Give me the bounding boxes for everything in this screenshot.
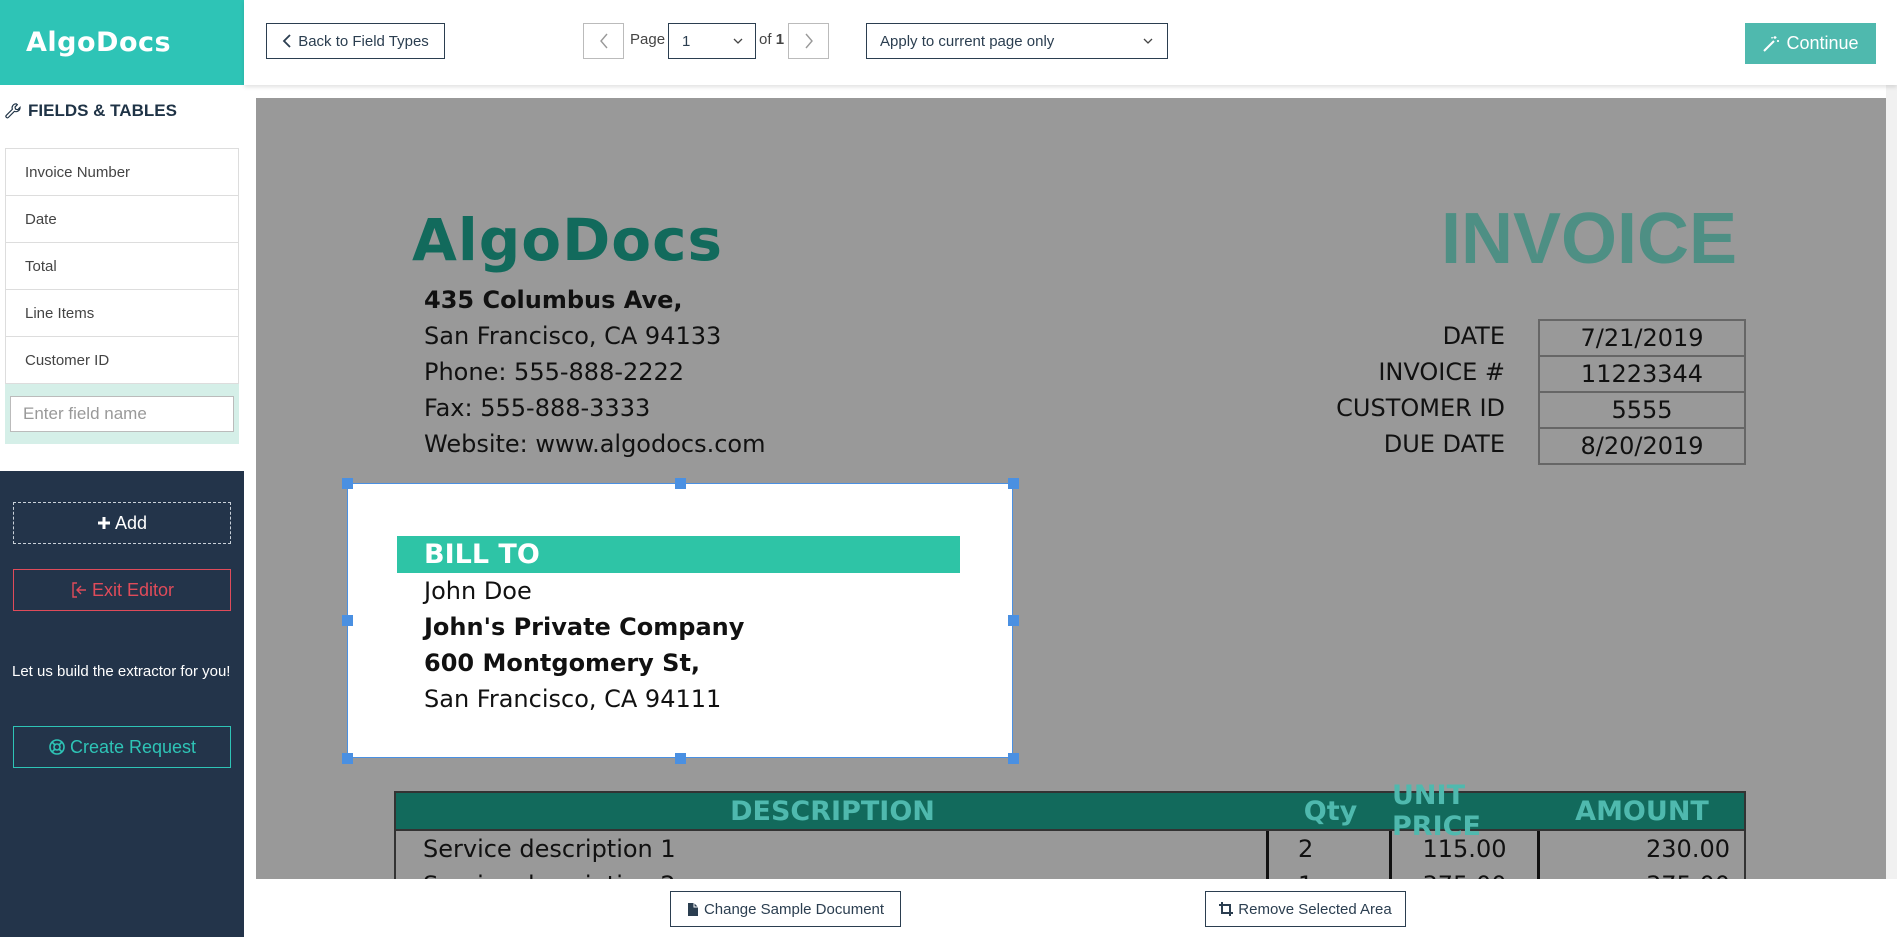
previous-page-button[interactable] bbox=[583, 23, 624, 59]
apply-scope-value: Apply to current page only bbox=[880, 32, 1055, 50]
resize-handle-top-left[interactable] bbox=[342, 478, 353, 489]
table-header-row: DESCRIPTION Qty UNIT PRICE AMOUNT bbox=[394, 780, 1746, 842]
page-select-value: 1 bbox=[682, 32, 691, 50]
table-row: Service description 2 1 375.00 375.00 bbox=[394, 867, 1746, 879]
create-request-button[interactable]: Create Request bbox=[13, 726, 231, 768]
line-items-table: DESCRIPTION Qty UNIT PRICE AMOUNT Servic… bbox=[394, 780, 1746, 879]
selected-area[interactable]: BILL TO John Doe John's Private Company … bbox=[347, 483, 1013, 758]
chevron-down-icon bbox=[1143, 38, 1153, 44]
table-header-unit-price: UNIT PRICE bbox=[1392, 780, 1481, 842]
meta-value-invoice-number: 11223344 bbox=[1538, 355, 1746, 393]
fields-tables-header: FIELDS & TABLES bbox=[4, 98, 177, 124]
field-item-customer-id[interactable]: Customer ID bbox=[6, 337, 238, 384]
change-sample-document-button[interactable]: Change Sample Document bbox=[670, 891, 901, 927]
address-phone: Phone: 555-888-2222 bbox=[424, 358, 685, 386]
fields-tables-title: FIELDS & TABLES bbox=[28, 101, 177, 120]
meta-value-date: 7/21/2019 bbox=[1538, 319, 1746, 357]
remove-area-label: Remove Selected Area bbox=[1238, 900, 1392, 918]
crop-icon bbox=[1219, 902, 1234, 916]
app-logo-text: AlgoDocs bbox=[26, 27, 172, 58]
meta-label-customer-id: CUSTOMER ID bbox=[1336, 394, 1505, 422]
continue-label: Continue bbox=[1786, 33, 1859, 53]
page-select[interactable]: 1 bbox=[668, 23, 756, 59]
bill-to-street: 600 Montgomery St, bbox=[424, 649, 701, 677]
document-logo: AlgoDocs bbox=[412, 206, 724, 274]
table-row: Service description 1 2 115.00 230.00 bbox=[394, 831, 1746, 867]
address-website: Website: www.algodocs.com bbox=[424, 430, 766, 458]
add-button[interactable]: Add bbox=[13, 502, 231, 544]
file-icon bbox=[687, 902, 698, 916]
chevron-left-icon bbox=[599, 33, 608, 49]
resize-handle-top[interactable] bbox=[675, 478, 686, 489]
resize-handle-bottom-left[interactable] bbox=[342, 753, 353, 764]
resize-handle-left[interactable] bbox=[342, 615, 353, 626]
table-cell-amount: 230.00 bbox=[1646, 835, 1730, 863]
table-cell-qty: 1 bbox=[1269, 867, 1392, 879]
page-total-label: of 1 bbox=[759, 31, 784, 48]
table-cell-description: Service description 1 bbox=[396, 831, 1269, 867]
sidebar: AlgoDocs FIELDS & TABLES Invoice Number … bbox=[0, 0, 244, 937]
invoice-title: INVOICE bbox=[1440, 199, 1737, 279]
document-scrollbar[interactable] bbox=[1886, 85, 1897, 879]
chevron-down-icon bbox=[733, 38, 743, 44]
magic-wand-icon bbox=[1763, 35, 1780, 52]
chevron-right-icon bbox=[804, 33, 813, 49]
address-city: San Francisco, CA 94133 bbox=[424, 322, 722, 350]
sign-out-icon bbox=[72, 582, 86, 598]
apply-scope-select[interactable]: Apply to current page only bbox=[866, 23, 1168, 59]
back-to-field-types-button[interactable]: Back to Field Types bbox=[266, 23, 445, 59]
meta-value-due-date: 8/20/2019 bbox=[1538, 427, 1746, 465]
meta-label-invoice-number: INVOICE # bbox=[1378, 358, 1505, 386]
table-cell-amount: 375.00 bbox=[1540, 867, 1744, 879]
bottom-toolbar: Change Sample Document Remove Selected A… bbox=[244, 879, 1897, 937]
promo-text: Let us build the extractor for you! bbox=[12, 663, 231, 680]
table-cell-unit-price: 375.00 bbox=[1392, 867, 1540, 879]
table-cell-qty: 2 bbox=[1269, 831, 1392, 867]
address-fax: Fax: 555-888-3333 bbox=[424, 394, 651, 422]
table-cell-unit-price: 115.00 bbox=[1392, 831, 1540, 867]
meta-value-customer-id: 5555 bbox=[1538, 391, 1746, 429]
field-item-line-items[interactable]: Line Items bbox=[6, 290, 238, 337]
table-header-description: DESCRIPTION bbox=[730, 795, 935, 827]
field-item-total[interactable]: Total bbox=[6, 243, 238, 290]
plus-icon bbox=[97, 517, 110, 529]
document-canvas[interactable]: AlgoDocs INVOICE 435 Columbus Ave, San F… bbox=[256, 98, 1886, 879]
of-text: of bbox=[759, 31, 772, 48]
change-sample-label: Change Sample Document bbox=[703, 900, 885, 918]
meta-label-due-date: DUE DATE bbox=[1383, 430, 1505, 458]
bill-to-company: John's Private Company bbox=[424, 613, 745, 641]
table-header-amount: AMOUNT bbox=[1575, 795, 1709, 827]
exit-editor-label: Exit Editor bbox=[91, 579, 175, 600]
field-item-date[interactable]: Date bbox=[6, 196, 238, 243]
field-input-container bbox=[5, 384, 239, 444]
page-label: Page bbox=[630, 31, 666, 48]
create-request-label: Create Request bbox=[69, 736, 197, 757]
table-header-qty: Qty bbox=[1303, 795, 1358, 827]
resize-handle-bottom-right[interactable] bbox=[1008, 753, 1019, 764]
page-total: 1 bbox=[775, 31, 785, 48]
resize-handle-bottom[interactable] bbox=[675, 753, 686, 764]
continue-button[interactable]: Continue bbox=[1745, 23, 1876, 64]
back-button-label: Back to Field Types bbox=[298, 32, 429, 50]
bill-to-header: BILL TO bbox=[397, 536, 960, 573]
app-logo[interactable]: AlgoDocs bbox=[0, 0, 244, 85]
resize-handle-right[interactable] bbox=[1008, 615, 1019, 626]
next-page-button[interactable] bbox=[788, 23, 829, 59]
top-toolbar: Back to Field Types Page 1 of 1 Apply to… bbox=[244, 0, 1897, 85]
bill-to-city: San Francisco, CA 94111 bbox=[424, 685, 722, 713]
table-cell-description: Service description 2 bbox=[396, 867, 1269, 879]
remove-selected-area-button[interactable]: Remove Selected Area bbox=[1205, 891, 1406, 927]
bill-to-name: John Doe bbox=[424, 577, 532, 605]
meta-label-date: DATE bbox=[1442, 322, 1505, 350]
add-button-label: Add bbox=[114, 512, 148, 533]
field-list: Invoice Number Date Total Line Items Cus… bbox=[5, 148, 239, 385]
wrench-icon bbox=[5, 103, 21, 119]
field-name-input[interactable] bbox=[10, 396, 234, 432]
life-ring-icon bbox=[49, 739, 65, 755]
resize-handle-top-right[interactable] bbox=[1008, 478, 1019, 489]
exit-editor-button[interactable]: Exit Editor bbox=[13, 569, 231, 611]
chevron-left-icon bbox=[282, 34, 291, 48]
field-item-invoice-number[interactable]: Invoice Number bbox=[6, 149, 238, 196]
address-street: 435 Columbus Ave, bbox=[424, 286, 683, 314]
